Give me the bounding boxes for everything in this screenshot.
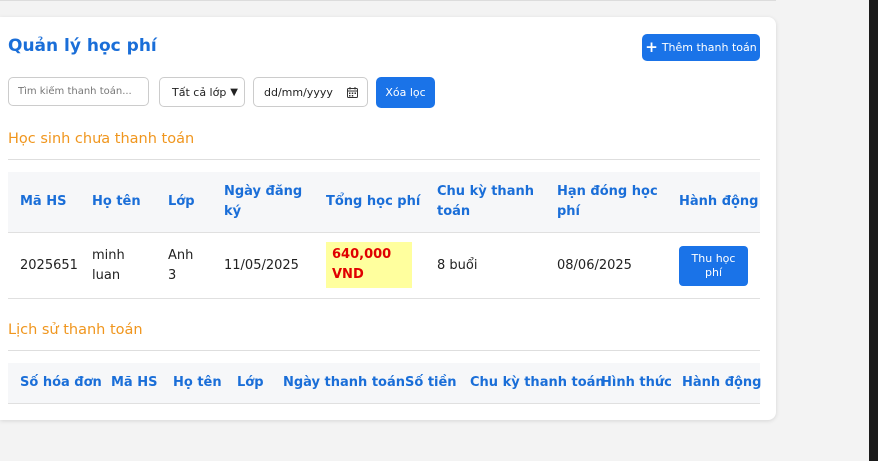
cell-due-date: 08/06/2025	[557, 258, 632, 273]
col-reg-date-line1: Ngày đăng	[224, 184, 303, 199]
unpaid-section-title: Học sinh chưa thanh toán	[8, 131, 195, 147]
col-action: Hành động	[679, 194, 759, 209]
col-cycle-line2: toán	[437, 204, 471, 219]
add-payment-button[interactable]: + Thêm thanh toán	[642, 34, 760, 61]
col-method: Hình thức	[601, 375, 672, 390]
date-placeholder: dd/mm/yyyy	[264, 85, 333, 99]
history-section-title: Lịch sử thanh toán	[8, 322, 143, 338]
collect-fee-label-line2: phí	[704, 266, 722, 279]
cell-fee-currency: VND	[332, 267, 364, 282]
col-cycle-line1: Chu kỳ thanh	[437, 184, 534, 199]
cell-class: Anh 3	[168, 246, 193, 286]
collect-fee-label-line1: Thu học	[691, 252, 736, 265]
col-cycle: Chu kỳ thanh toán	[470, 375, 605, 390]
col-name: Họ tên	[92, 194, 141, 209]
col-class: Lớp	[168, 194, 195, 209]
col-name: Họ tên	[173, 375, 222, 390]
add-payment-label: Thêm thanh toán	[661, 41, 757, 54]
col-due-date: Hạn đóng học phí	[557, 182, 658, 222]
col-due-line1: Hạn đóng học	[557, 184, 658, 199]
col-reg-date-line2: ký	[224, 204, 242, 219]
cell-name: minh luan	[92, 246, 125, 286]
col-class: Lớp	[237, 375, 264, 390]
cell-reg-date: 11/05/2025	[224, 258, 299, 273]
calendar-icon[interactable]	[347, 86, 358, 98]
col-cycle: Chu kỳ thanh toán	[437, 182, 534, 222]
cell-student-id: 2025651	[20, 258, 78, 273]
section-divider	[8, 350, 760, 351]
col-amount: Số tiền	[405, 375, 457, 390]
col-payment-date: Ngày thanh toán	[283, 375, 406, 390]
cell-name-line1: minh	[92, 248, 125, 263]
collect-fee-button[interactable]: Thu học phí	[679, 246, 748, 286]
cell-class-line1: Anh	[168, 248, 194, 263]
date-filter-input[interactable]: dd/mm/yyyy	[253, 77, 368, 107]
chevron-down-icon: ▼	[230, 86, 238, 98]
section-divider	[8, 159, 760, 160]
cell-fee-amount: 640,000	[332, 247, 392, 262]
col-total-fee: Tổng học phí	[326, 194, 421, 209]
plus-icon: +	[645, 38, 658, 56]
window-edge	[869, 0, 878, 461]
row-divider	[8, 298, 760, 299]
col-student-id: Mã HS	[20, 194, 67, 209]
top-divider	[0, 0, 776, 1]
cell-cycle: 8 buổi	[437, 258, 478, 273]
fee-management-card: Quản lý học phí + Thêm thanh toán Tất cả…	[0, 17, 776, 420]
cell-total-fee: 640,000 VND	[326, 242, 412, 288]
cell-name-line2: luan	[92, 268, 121, 283]
col-due-line2: phí	[557, 204, 581, 219]
col-action: Hành động	[682, 375, 762, 390]
clear-filter-button[interactable]: Xóa lọc	[376, 77, 435, 108]
class-filter-select[interactable]: Tất cả lớp ▼	[159, 77, 245, 107]
col-reg-date: Ngày đăng ký	[224, 182, 302, 222]
search-input[interactable]	[8, 77, 149, 106]
cell-class-line2: 3	[168, 268, 177, 283]
page-title: Quản lý học phí	[8, 36, 157, 56]
col-invoice-number: Số hóa đơn	[20, 375, 102, 390]
class-filter-value: Tất cả lớp	[172, 85, 227, 99]
col-student-id: Mã HS	[111, 375, 158, 390]
